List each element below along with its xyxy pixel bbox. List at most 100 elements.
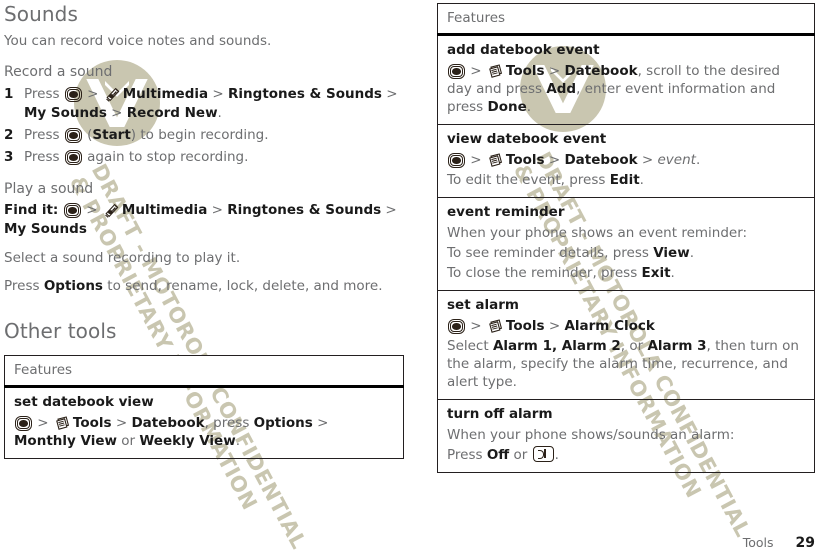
feature-cell: add datebook event > Tools > Datebook, s… bbox=[437, 34, 815, 125]
table-header-row: Features bbox=[437, 3, 815, 36]
tools-icon bbox=[55, 415, 71, 431]
path-separator: > bbox=[33, 415, 53, 431]
emphasis-term: Edit bbox=[609, 172, 640, 188]
feature-title: set alarm bbox=[447, 297, 519, 313]
emphasis-term: Monthly View bbox=[14, 433, 117, 449]
emphasis-term: Start bbox=[92, 127, 131, 143]
play-a-sound-subhead: Play a sound bbox=[4, 181, 94, 197]
feature-instruction: > Tools > Datebook > event. bbox=[447, 151, 805, 169]
feature-instruction: When your phone shows an event reminder: bbox=[447, 225, 748, 241]
feature-instruction: To see reminder details, press View. bbox=[447, 245, 694, 261]
placeholder-term: event bbox=[657, 152, 696, 168]
path-separator: > bbox=[111, 415, 132, 431]
path-separator: > bbox=[466, 63, 486, 79]
feature-instruction: > Tools > Datebook, scroll to the desire… bbox=[447, 63, 781, 115]
step-number: 3 bbox=[4, 149, 14, 165]
emphasis-term: Exit bbox=[641, 265, 671, 281]
path-separator: > bbox=[312, 415, 329, 431]
tools-icon bbox=[488, 63, 504, 79]
datebook-alarm-feature-table: Features add datebook event > Tools > Da… bbox=[437, 3, 815, 473]
record-sound-steps: 1 Press > Multimedia > Ringtones & Sounds… bbox=[4, 85, 404, 167]
center-key-icon bbox=[64, 128, 82, 143]
emphasis-term: Add bbox=[546, 81, 577, 97]
emphasis-term: My Sounds bbox=[24, 105, 107, 121]
emphasis-term: Done bbox=[487, 99, 527, 115]
emphasis-term: Alarm 1, Alarm 2 bbox=[492, 338, 621, 354]
feature-cell: event reminder When your phone shows an e… bbox=[437, 197, 815, 291]
other-tools-heading: Other tools bbox=[4, 319, 117, 343]
feature-title: turn off alarm bbox=[447, 406, 553, 422]
path-separator: > bbox=[544, 152, 565, 168]
feature-cell: set datebook view > Tools > Datebook, pr… bbox=[4, 386, 404, 459]
path-separator: > bbox=[82, 202, 102, 218]
feature-title: set datebook view bbox=[14, 394, 154, 410]
table-row: add datebook event > Tools > Datebook, s… bbox=[437, 34, 815, 125]
feature-title: event reminder bbox=[447, 204, 565, 220]
emphasis-term: Tools bbox=[505, 318, 545, 334]
multimedia-icon bbox=[105, 86, 121, 102]
page-content: Sounds You can record voice notes and so… bbox=[0, 0, 819, 556]
find-it-label: Find it: bbox=[4, 202, 64, 218]
footer-page-number: 29 bbox=[795, 535, 815, 551]
path-separator: > bbox=[106, 105, 127, 121]
play-paragraph-1: Select a sound recording to play it. bbox=[4, 250, 241, 266]
path-separator: > bbox=[208, 86, 229, 102]
path-separator: > bbox=[381, 86, 398, 102]
emphasis-term: Ringtones & Sounds bbox=[227, 202, 382, 218]
record-a-sound-subhead: Record a sound bbox=[4, 64, 113, 80]
tools-icon bbox=[488, 152, 504, 168]
other-tools-feature-table: Features set datebook view > Tools > Dat… bbox=[4, 355, 404, 459]
emphasis-term: Record New bbox=[126, 105, 218, 121]
emphasis-term: Tools bbox=[72, 415, 112, 431]
emphasis-term: Datebook bbox=[564, 152, 638, 168]
center-key-icon bbox=[15, 416, 32, 431]
emphasis-term: Ringtones & Sounds bbox=[228, 86, 382, 102]
feature-instruction: To close the reminder, press Exit. bbox=[447, 265, 675, 281]
emphasis-term: Alarm 3 bbox=[647, 338, 707, 354]
feature-instruction: When your phone shows/sounds an alarm: bbox=[447, 427, 735, 443]
feature-cell: turn off alarm When your phone shows/soun… bbox=[437, 399, 815, 473]
intro-paragraph: You can record voice notes and sounds. bbox=[4, 33, 272, 49]
emphasis-term: Alarm Clock bbox=[564, 318, 655, 334]
table-header-features: Features bbox=[437, 3, 815, 36]
feature-title: view datebook event bbox=[447, 131, 607, 147]
right-column: Features add datebook event > Tools > Da… bbox=[437, 0, 815, 473]
numbered-step: 2 Press (Start) to begin recording. bbox=[4, 127, 269, 143]
emphasis-term: Datebook bbox=[564, 63, 638, 79]
multimedia-icon bbox=[104, 202, 120, 218]
right-table-body: add datebook event > Tools > Datebook, s… bbox=[437, 34, 815, 473]
feature-instruction: To edit the event, press Edit. bbox=[447, 172, 644, 188]
table-header-features: Features bbox=[4, 355, 404, 388]
tools-icon bbox=[488, 318, 504, 334]
feature-instruction: Select Alarm 1, Alarm 2, or Alarm 3, the… bbox=[447, 338, 799, 390]
numbered-step: 3 Press again to stop recording. bbox=[4, 149, 249, 165]
play-paragraph-2: Press Options to send, rename, lock, del… bbox=[4, 278, 383, 294]
table-header-row: Features bbox=[4, 355, 404, 388]
center-key-icon bbox=[448, 64, 465, 79]
find-it-path: Find it: > Multimedia > Ringtones & Soun… bbox=[4, 201, 404, 239]
path-separator: > bbox=[637, 152, 658, 168]
feature-instruction: > Tools > Datebook, press Options > Mont… bbox=[14, 415, 329, 449]
table-row: view datebook event > Tools > Datebook >… bbox=[437, 124, 815, 198]
emphasis-term: Multimedia bbox=[121, 202, 208, 218]
page-title: Sounds bbox=[4, 2, 78, 26]
feature-title: add datebook event bbox=[447, 42, 600, 58]
emphasis-term: Tools bbox=[505, 63, 545, 79]
emphasis-term: Off bbox=[486, 447, 510, 463]
left-table-body: set datebook view > Tools > Datebook, pr… bbox=[4, 386, 404, 459]
path-separator: > bbox=[207, 202, 228, 218]
center-key-icon bbox=[448, 319, 465, 334]
end-call-key-icon bbox=[532, 446, 554, 462]
emphasis-term: Options bbox=[43, 278, 103, 294]
left-column: Sounds You can record voice notes and so… bbox=[4, 0, 404, 459]
emphasis-term: Weekly View bbox=[139, 433, 236, 449]
footer-chapter-label: Tools bbox=[742, 535, 774, 550]
path-separator: > bbox=[466, 152, 486, 168]
emphasis-term: Tools bbox=[505, 152, 545, 168]
center-key-icon bbox=[64, 150, 82, 165]
step-number: 1 bbox=[4, 86, 14, 102]
emphasis-term: Options bbox=[253, 415, 313, 431]
table-row: set datebook view > Tools > Datebook, pr… bbox=[4, 386, 404, 459]
step-number: 2 bbox=[4, 127, 14, 143]
path-separator: > bbox=[381, 202, 397, 218]
